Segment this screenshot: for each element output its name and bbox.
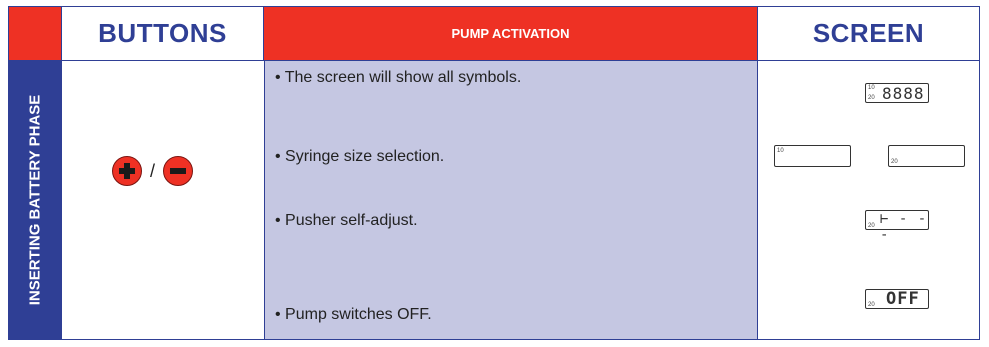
- pump-step-all-symbols: • The screen will show all symbols.: [275, 69, 522, 86]
- pump-step-switch-off: • Pump switches OFF.: [275, 306, 432, 323]
- side-label-column: INSERTING BATTERY PHASE: [9, 61, 61, 339]
- side-label: INSERTING BATTERY PHASE: [26, 94, 44, 306]
- lcd-size-20: 20: [888, 145, 965, 167]
- plus-circle-icon[interactable]: [112, 156, 142, 186]
- header-buttons: BUTTONS: [61, 7, 264, 60]
- instruction-table: BUTTONS PUMP ACTIVATION SCREEN INSERTING…: [8, 6, 980, 340]
- lcd-pusher-segments: ⊢ - - -: [880, 211, 928, 243]
- header-buttons-label: BUTTONS: [98, 18, 227, 48]
- header-corner: [9, 7, 61, 60]
- lcd-tiny-top: 10: [868, 85, 875, 91]
- lcd-size-20-label: 20: [891, 159, 898, 165]
- screen-column: 10 20 8888 10 20 20 ⊢ - - - 20 OFF: [757, 61, 979, 339]
- pump-step-pusher-adjust: • Pusher self-adjust.: [275, 212, 418, 229]
- lcd-off: 20 OFF: [865, 289, 929, 309]
- lcd-size-10-label: 10: [777, 148, 784, 154]
- pump-step-syringe-size: • Syringe size selection.: [275, 148, 445, 165]
- pump-activation-column: • The screen will show all symbols. • Sy…: [264, 61, 757, 339]
- header-pump-activation: PUMP ACTIVATION: [264, 7, 757, 60]
- minus-circle-icon[interactable]: [163, 156, 194, 186]
- lcd-digits: 8888: [882, 84, 925, 103]
- lcd-pusher-label: 20: [868, 223, 875, 229]
- header-screen: SCREEN: [757, 7, 979, 60]
- header-pump-label: PUMP ACTIVATION: [451, 26, 570, 41]
- header-screen-label: SCREEN: [812, 18, 925, 48]
- lcd-off-text: OFF: [886, 289, 920, 309]
- buttons-column: /: [61, 61, 264, 339]
- lcd-tiny-bottom: 20: [868, 95, 875, 101]
- lcd-size-10: 10: [774, 145, 851, 167]
- lcd-pusher: 20 ⊢ - - -: [865, 210, 929, 243]
- lcd-off-label: 20: [868, 302, 875, 308]
- button-pair: /: [112, 156, 194, 186]
- button-separator: /: [150, 160, 156, 181]
- lcd-all-symbols: 10 20 8888: [865, 83, 929, 103]
